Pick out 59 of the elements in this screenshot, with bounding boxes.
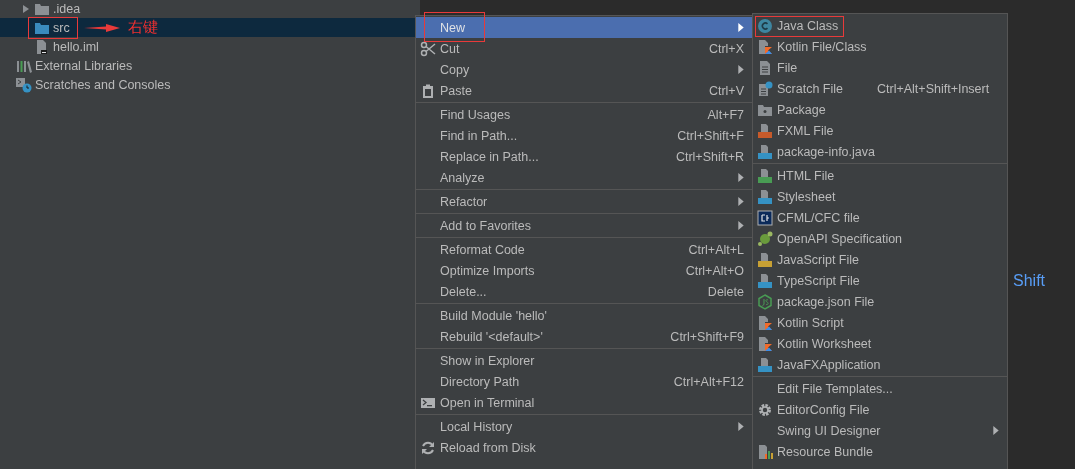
menu-item-label: Optimize Imports: [440, 263, 535, 278]
menu-item-label: Open in Terminal: [440, 395, 535, 410]
shortcut-label: Ctrl+Alt+L: [688, 242, 744, 257]
shortcut-label: Ctrl+Shift+F: [677, 128, 744, 143]
annotation-text: 右键: [128, 18, 158, 37]
menu-item-label: EditorConfig File: [777, 402, 870, 417]
menu-item-label: Copy: [440, 62, 470, 77]
shortcut-label: Alt+F7: [707, 107, 744, 122]
shortcut-label: Ctrl+X: [708, 41, 744, 56]
menu-item-label: Find Usages: [440, 107, 511, 122]
menu-item-label: Resource Bundle: [777, 444, 873, 459]
menu-item-label: New: [440, 20, 465, 35]
menu-item-label: File: [777, 60, 798, 75]
shortcut-label: Ctrl+Shift+F9: [670, 329, 744, 344]
menu-item-label: Package: [777, 102, 826, 117]
menu-item-label: Edit File Templates...: [777, 381, 893, 396]
menu-item-label: FXML File: [777, 123, 834, 138]
menu-item-label: Kotlin Worksheet: [777, 336, 872, 351]
menu-item-label: Show in Explorer: [440, 353, 535, 368]
menu-item-label: CFML/CFC file: [777, 210, 860, 225]
menu-item-label: Replace in Path...: [440, 149, 539, 164]
menu-item-label: Analyze: [440, 170, 485, 185]
menu-item-label: Cut: [440, 41, 460, 56]
menu-item-label: Reload from Disk: [440, 440, 536, 455]
menu-item-label: Find in Path...: [440, 128, 518, 143]
menu-item-label: OpenAPI Specification: [777, 231, 903, 246]
editor-text: Shift: [1013, 272, 1045, 290]
menu-item-label: Reformat Code: [440, 242, 525, 257]
menu-item-label: Add to Favorites: [440, 218, 531, 233]
menu-item-label: Build Module 'hello': [440, 308, 547, 323]
menu-item-label: Stylesheet: [777, 189, 836, 204]
shortcut-label: Ctrl+Alt+O: [685, 263, 744, 278]
tree-item-label: .idea: [53, 1, 81, 16]
shortcut-label: Ctrl+Shift+R: [675, 149, 744, 164]
menu-item-label: Local History: [440, 419, 513, 434]
menu-item-label: JavaScript File: [777, 252, 859, 267]
shortcut-label: Ctrl+Alt+Shift+Insert: [876, 81, 990, 96]
menu-item-label: Directory Path: [440, 374, 520, 389]
tree-item-label: Scratches and Consoles: [35, 77, 171, 92]
menu-item-label: TypeScript File: [777, 273, 860, 288]
menu-item-label: Delete...: [440, 284, 487, 299]
menu-item-label: JavaFXApplication: [777, 357, 881, 372]
tree-item-label: External Libraries: [35, 58, 133, 73]
tree-item-label: src: [53, 20, 70, 35]
menu-item-label: Kotlin Script: [777, 315, 844, 330]
shortcut-label: Ctrl+Alt+F12: [673, 374, 744, 389]
menu-item-label: Swing UI Designer: [777, 423, 881, 438]
menu-item-label: Java Class: [777, 18, 839, 33]
tree-item-label: hello.iml: [53, 39, 99, 54]
menu-item-label: Scratch File: [777, 81, 843, 96]
menu-item-label: Kotlin File/Class: [777, 39, 867, 54]
menu-item-label: package-info.java: [777, 144, 875, 159]
menu-item-label: package.json File: [777, 294, 875, 309]
shortcut-label: Delete: [707, 284, 744, 299]
menu-item-label: Refactor: [440, 194, 488, 209]
menu-item-label: Paste: [440, 83, 472, 98]
menu-item-label: Rebuild '<default>': [440, 329, 543, 344]
menu-item-label: HTML File: [777, 168, 835, 183]
shortcut-label: Ctrl+V: [708, 83, 744, 98]
